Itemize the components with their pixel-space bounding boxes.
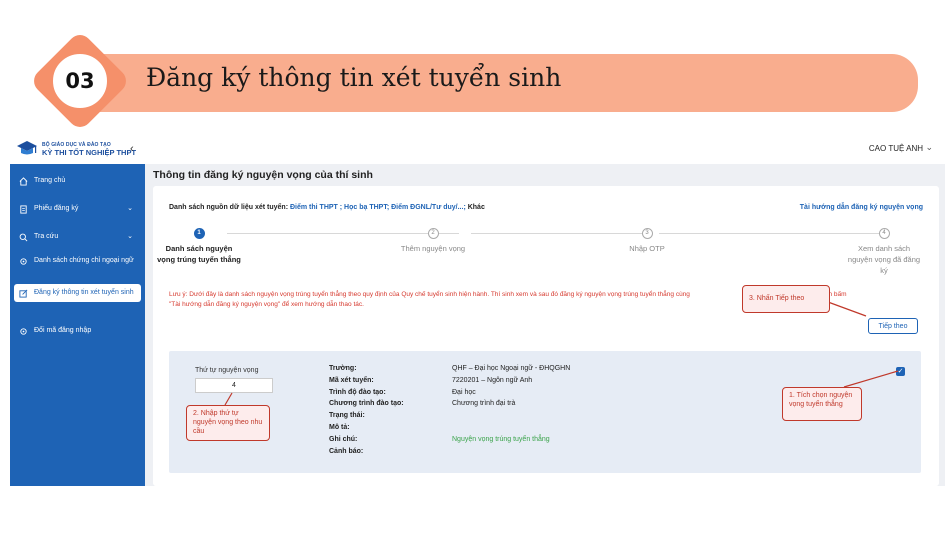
collapse-sidebar-icon[interactable]: ‹ — [130, 143, 134, 155]
data-source-label: Danh sách nguồn dữ liệu xét tuyển: — [169, 204, 289, 211]
step-label: Xem danh sách nguyện vọng đã đăng ký — [847, 244, 921, 275]
chevron-down-icon: ⌄ — [127, 205, 133, 212]
notice-line-2: "Tài hướng dẫn đăng ký nguyện vọng" để x… — [169, 300, 364, 308]
step-label: Danh sách nguyện vọng trúng tuyển thẳng — [157, 244, 241, 264]
guide-link[interactable]: Tài hướng dẫn đăng ký nguyện vọng — [800, 204, 923, 211]
edit-icon — [19, 289, 28, 298]
notice-line-1: Lưu ý: Dưới đây là danh sách nguyện vọng… — [169, 291, 690, 298]
step-label: Thêm nguyện vọng — [400, 244, 466, 253]
step-1: 1 Danh sách nguyện vọng trúng tuyển thẳn… — [157, 228, 241, 265]
slide: 03 Đăng ký thông tin xét tuyển sinh BỘ G… — [0, 0, 952, 533]
next-button[interactable]: Tiếp theo — [868, 318, 918, 334]
graduation-cap-icon — [17, 141, 37, 155]
chevron-down-icon: ⌄ — [127, 233, 133, 240]
step-number-badge: 03 — [51, 52, 109, 110]
home-icon — [19, 177, 28, 186]
step-4: 4 Xem danh sách nguyện vọng đã đăng ký — [847, 228, 921, 276]
sidebar-item-label: Trang chủ — [34, 177, 66, 184]
step-number: 1 — [193, 228, 205, 239]
detail-row: Chương trình đào tạo: Chương trình đại tr… — [329, 400, 516, 408]
data-source-other: Khác — [465, 204, 485, 211]
step-number: 3 — [641, 228, 653, 239]
sidebar-item-language-certificates[interactable]: Danh sách chứng chỉ ngoại ngữ — [14, 252, 141, 270]
document-icon — [20, 205, 27, 214]
data-source-row: Danh sách nguồn dữ liệu xét tuyển: Điểm … — [169, 204, 485, 211]
detail-row: Ghi chú: Nguyện vọng trúng tuyển thẳng — [329, 435, 550, 443]
sidebar: Trang chủ Phiếu đăng ký ⌄ Tra cứu ⌄ Danh… — [10, 164, 145, 486]
priority-order-label: Thứ tự nguyện vọng — [195, 367, 259, 374]
gear-icon — [20, 258, 27, 265]
detail-row: Trình độ đào tạo: Đại học — [329, 388, 476, 396]
logo[interactable]: BỘ GIÁO DỤC VÀ ĐÀO TẠO KỲ THI TỐT NGHIỆP… — [16, 140, 136, 158]
admission-details: Trường: QHF – Đại học Ngoại ngữ - ĐHQGHN … — [329, 365, 570, 459]
search-icon — [19, 233, 28, 242]
sidebar-item-home[interactable]: Trang chủ — [14, 172, 141, 190]
user-name[interactable]: CAO TUỆ ANH — [869, 144, 923, 153]
detail-row: Mô tả: — [329, 423, 350, 431]
step-number: 2 — [427, 228, 439, 239]
detail-row: Mã xét tuyển: 7220201 – Ngôn ngữ Anh — [329, 376, 533, 384]
priority-order-input[interactable]: 4 — [195, 378, 273, 393]
callout-enter-order: 2. Nhập thứ tự nguyện vọng theo nhu cầu — [186, 405, 270, 441]
detail-row: Cảnh báo: — [329, 447, 364, 455]
sidebar-item-lookup[interactable]: Tra cứu ⌄ — [14, 228, 141, 246]
step-number: 4 — [878, 228, 890, 239]
page-title: Thông tin đăng ký nguyện vọng của thí si… — [153, 169, 373, 181]
sidebar-item-label: Đăng ký thông tin xét tuyển sinh — [34, 289, 134, 296]
slide-title: Đăng ký thông tin xét tuyển sinh — [146, 63, 562, 92]
step-3: 3 Nhập OTP — [615, 228, 679, 254]
registration-card: Danh sách nguồn dữ liệu xét tuyển: Điểm … — [153, 186, 939, 486]
sidebar-item-label: Tra cứu — [34, 233, 59, 240]
top-bar: BỘ GIÁO DỤC VÀ ĐÀO TẠO KỲ THI TỐT NGHIỆP… — [10, 134, 945, 164]
sidebar-item-registration-form[interactable]: Phiếu đăng ký ⌄ — [14, 200, 141, 218]
sidebar-item-label: Danh sách chứng chỉ ngoại ngữ — [34, 257, 134, 264]
detail-row: Trạng thái: — [329, 412, 365, 420]
callout-select-checkbox: 1. Tích chọn nguyện vọng tuyển thẳng — [782, 387, 862, 421]
sidebar-item-label: Phiếu đăng ký — [34, 205, 79, 212]
chevron-down-icon[interactable]: ⌄ — [925, 142, 933, 153]
sidebar-item-change-password[interactable]: Đổi mã đăng nhập — [14, 322, 141, 340]
gear-icon — [20, 328, 27, 335]
logo-title: KỲ THI TỐT NGHIỆP THPT — [42, 147, 137, 157]
step-2: 2 Thêm nguyện vọng — [383, 228, 483, 254]
data-source-values: Điểm thi THPT ; Học bạ THPT; Điểm ĐGNL/T… — [289, 204, 466, 211]
step-label: Nhập OTP — [629, 244, 665, 253]
sidebar-item-admission-registration[interactable]: Đăng ký thông tin xét tuyển sinh — [14, 284, 141, 302]
detail-row: Trường: QHF – Đại học Ngoại ngữ - ĐHQGHN — [329, 365, 571, 372]
sidebar-item-label: Đổi mã đăng nhập — [34, 327, 92, 334]
select-checkbox[interactable]: ✓ — [896, 367, 905, 376]
callout-click-next: 3. Nhấn Tiếp theo — [742, 285, 830, 313]
